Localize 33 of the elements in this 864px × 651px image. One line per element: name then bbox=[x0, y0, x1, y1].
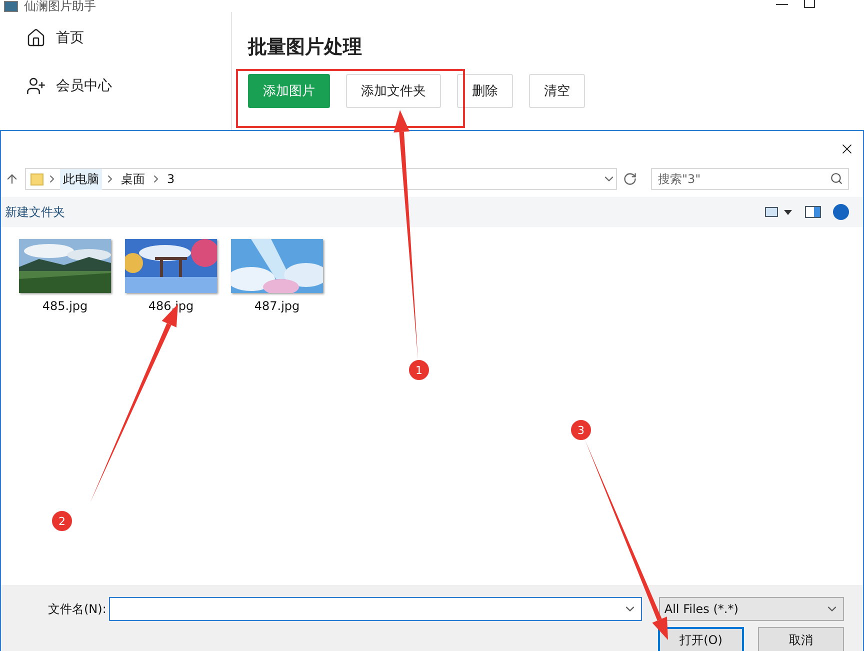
file-name-label: 文件名(N): bbox=[48, 600, 106, 618]
user-icon bbox=[26, 76, 46, 96]
breadcrumb-item[interactable]: 此电脑 bbox=[60, 168, 102, 190]
sidebar-item[interactable]: 会员中心 bbox=[56, 77, 112, 95]
breadcrumb-item[interactable]: 3 bbox=[164, 170, 178, 188]
page-title: 批量图片处理 bbox=[248, 35, 363, 60]
preview-pane-icon[interactable] bbox=[805, 206, 821, 218]
toolbar-button[interactable]: 删除 bbox=[457, 74, 513, 108]
file-name[interactable]: 487.jpg bbox=[254, 299, 300, 313]
step-marker: 1 bbox=[408, 359, 430, 381]
file-type-select[interactable]: All Files (*.*) bbox=[659, 597, 844, 621]
file-name-field[interactable] bbox=[109, 597, 642, 621]
sidebar-item[interactable]: 首页 bbox=[56, 29, 84, 47]
home-icon bbox=[26, 28, 46, 48]
folder-icon bbox=[30, 172, 44, 186]
refresh-icon[interactable] bbox=[623, 172, 637, 186]
file-type-value: All Files (*.*) bbox=[664, 602, 738, 616]
search-field[interactable]: 搜索"3" bbox=[651, 168, 849, 190]
breadcrumb-item[interactable]: 桌面 bbox=[118, 168, 148, 190]
step-marker: 2 bbox=[51, 510, 73, 532]
dialog-button[interactable]: 打开(O) bbox=[658, 627, 744, 651]
up-icon[interactable] bbox=[5, 172, 19, 186]
search-icon[interactable] bbox=[830, 172, 843, 185]
window-title: 仙澜图片助手 bbox=[24, 0, 96, 12]
maximize-icon[interactable] bbox=[804, 0, 815, 8]
address-bar[interactable]: 此电脑 桌面 3 bbox=[25, 168, 617, 190]
toolbar-button[interactable]: 添加文件夹 bbox=[346, 74, 441, 108]
app-icon bbox=[4, 1, 18, 12]
step-marker: 3 bbox=[570, 419, 592, 441]
view-icon[interactable] bbox=[765, 206, 793, 218]
file-name[interactable]: 485.jpg bbox=[42, 299, 88, 313]
dialog-button[interactable]: 取消 bbox=[758, 627, 844, 651]
toolbar-button[interactable]: 清空 bbox=[529, 74, 585, 108]
